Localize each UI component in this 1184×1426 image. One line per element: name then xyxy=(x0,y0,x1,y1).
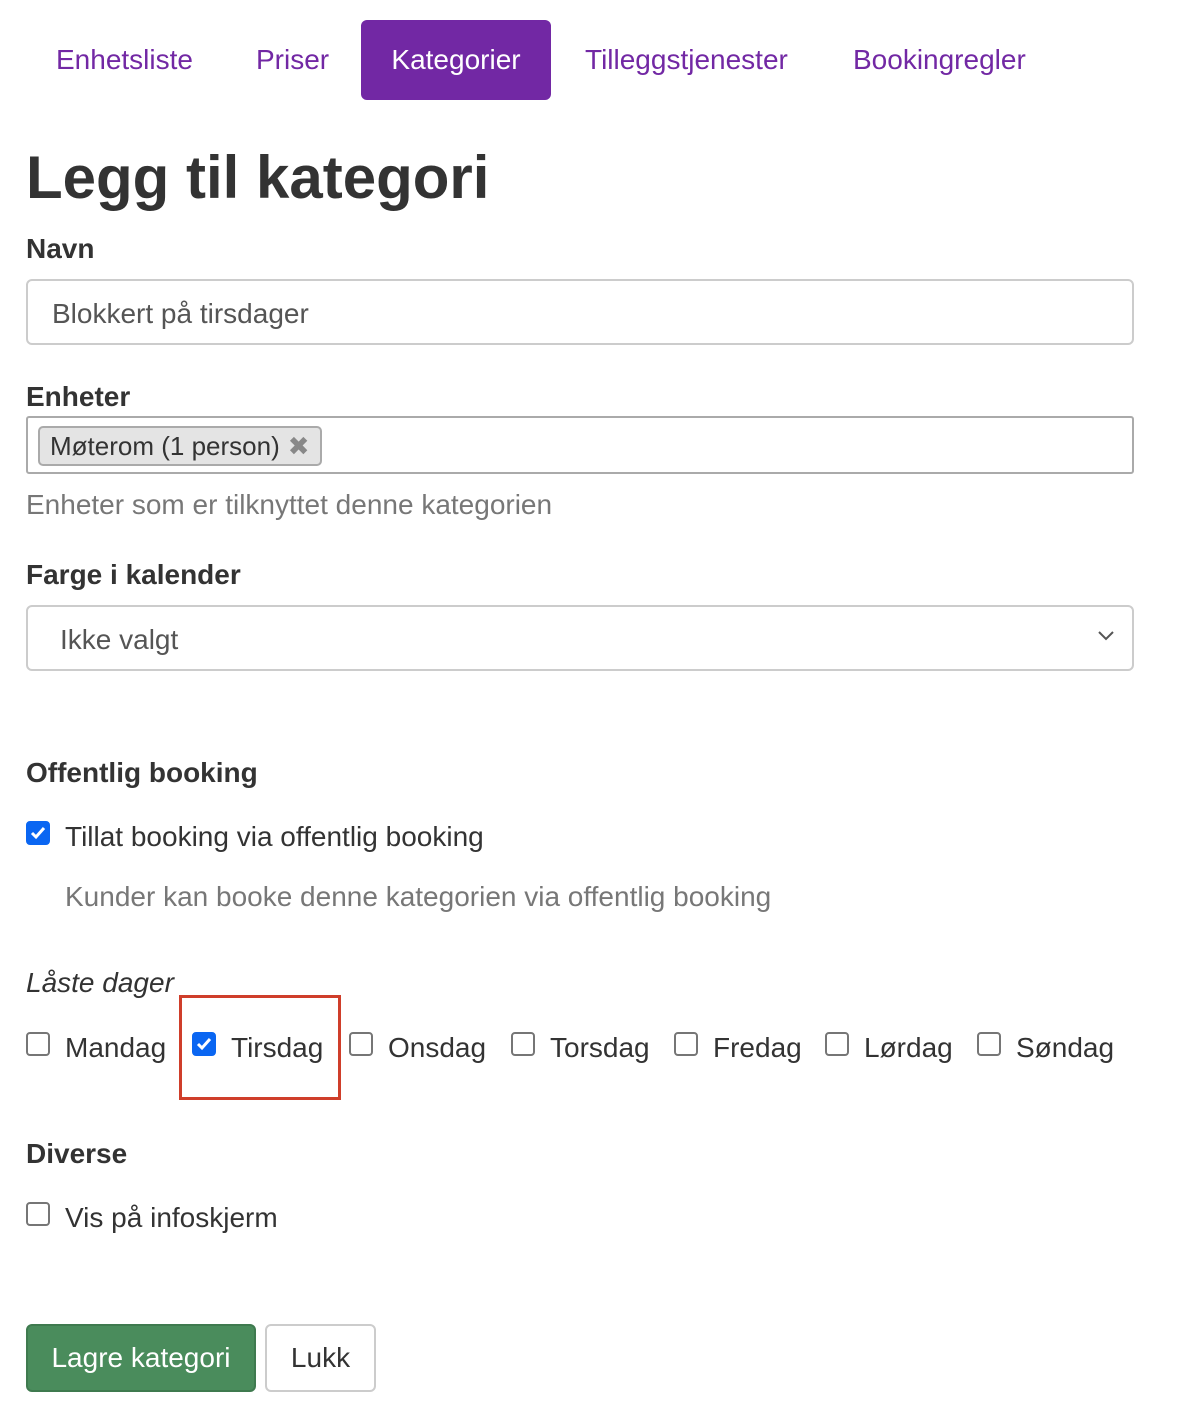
infoscreen-checkbox[interactable] xyxy=(26,1202,50,1226)
close-button[interactable]: Lukk xyxy=(265,1324,376,1392)
units-multiselect[interactable]: Møterom (1 person) ✖ xyxy=(26,416,1134,474)
checkmark-icon xyxy=(196,1038,212,1051)
day-label-tirsdag: Tirsdag xyxy=(231,1032,324,1063)
color-select-value: Ikke valgt xyxy=(60,624,179,655)
category-tabs: Enhetsliste Priser Kategorier Tilleggstj… xyxy=(0,20,1184,100)
public-booking-help-text: Kunder kan booke denne kategorien via of… xyxy=(65,881,772,912)
color-select[interactable]: Ikke valgt xyxy=(26,605,1134,671)
chevron-down-icon xyxy=(1098,631,1114,641)
tab-bookingregler[interactable]: Bookingregler xyxy=(853,20,1026,100)
page-title: Legg til kategori xyxy=(26,144,490,211)
day-label-onsdag: Onsdag xyxy=(388,1032,487,1063)
tab-tilleggstjenester[interactable]: Tilleggstjenester xyxy=(585,20,788,100)
day-checkbox-mandag[interactable] xyxy=(26,1032,50,1056)
checkmark-icon xyxy=(30,827,46,840)
tab-kategorier[interactable]: Kategorier xyxy=(361,20,551,100)
misc-heading: Diverse xyxy=(26,1138,128,1169)
day-checkbox-fredag[interactable] xyxy=(674,1032,698,1056)
infoscreen-checkbox-label: Vis på infoskjerm xyxy=(65,1202,278,1233)
day-label-fredag: Fredag xyxy=(713,1032,802,1063)
units-label: Enheter xyxy=(26,381,131,412)
tab-enhetsliste[interactable]: Enhetsliste xyxy=(56,20,193,100)
day-checkbox-torsdag[interactable] xyxy=(511,1032,535,1056)
unit-chip-label: Møterom (1 person) xyxy=(50,431,280,461)
name-input-value: Blokkert på tirsdager xyxy=(52,298,309,329)
day-checkbox-lordag[interactable] xyxy=(825,1032,849,1056)
day-label-sondag: Søndag xyxy=(1016,1032,1115,1063)
day-label-torsdag: Torsdag xyxy=(550,1032,650,1063)
public-booking-checkbox-label: Tillat booking via offentlig booking xyxy=(65,821,484,852)
unit-chip: Møterom (1 person) ✖ xyxy=(38,426,322,466)
locked-days-label: Låste dager xyxy=(26,967,174,998)
units-help-text: Enheter som er tilknyttet denne kategori… xyxy=(26,489,553,520)
day-checkbox-sondag[interactable] xyxy=(977,1032,1001,1056)
name-input[interactable]: Blokkert på tirsdager xyxy=(26,279,1134,345)
day-checkbox-tirsdag[interactable] xyxy=(192,1032,216,1056)
day-label-lordag: Lørdag xyxy=(864,1032,953,1063)
close-icon[interactable]: ✖ xyxy=(288,431,310,461)
day-label-mandag: Mandag xyxy=(65,1032,167,1063)
color-label: Farge i kalender xyxy=(26,559,241,590)
day-checkbox-onsdag[interactable] xyxy=(349,1032,373,1056)
save-category-button[interactable]: Lagre kategori xyxy=(26,1324,256,1392)
public-booking-heading: Offentlig booking xyxy=(26,757,258,788)
name-label: Navn xyxy=(26,233,95,264)
tab-priser[interactable]: Priser xyxy=(256,20,329,100)
public-booking-checkbox[interactable] xyxy=(26,821,50,845)
